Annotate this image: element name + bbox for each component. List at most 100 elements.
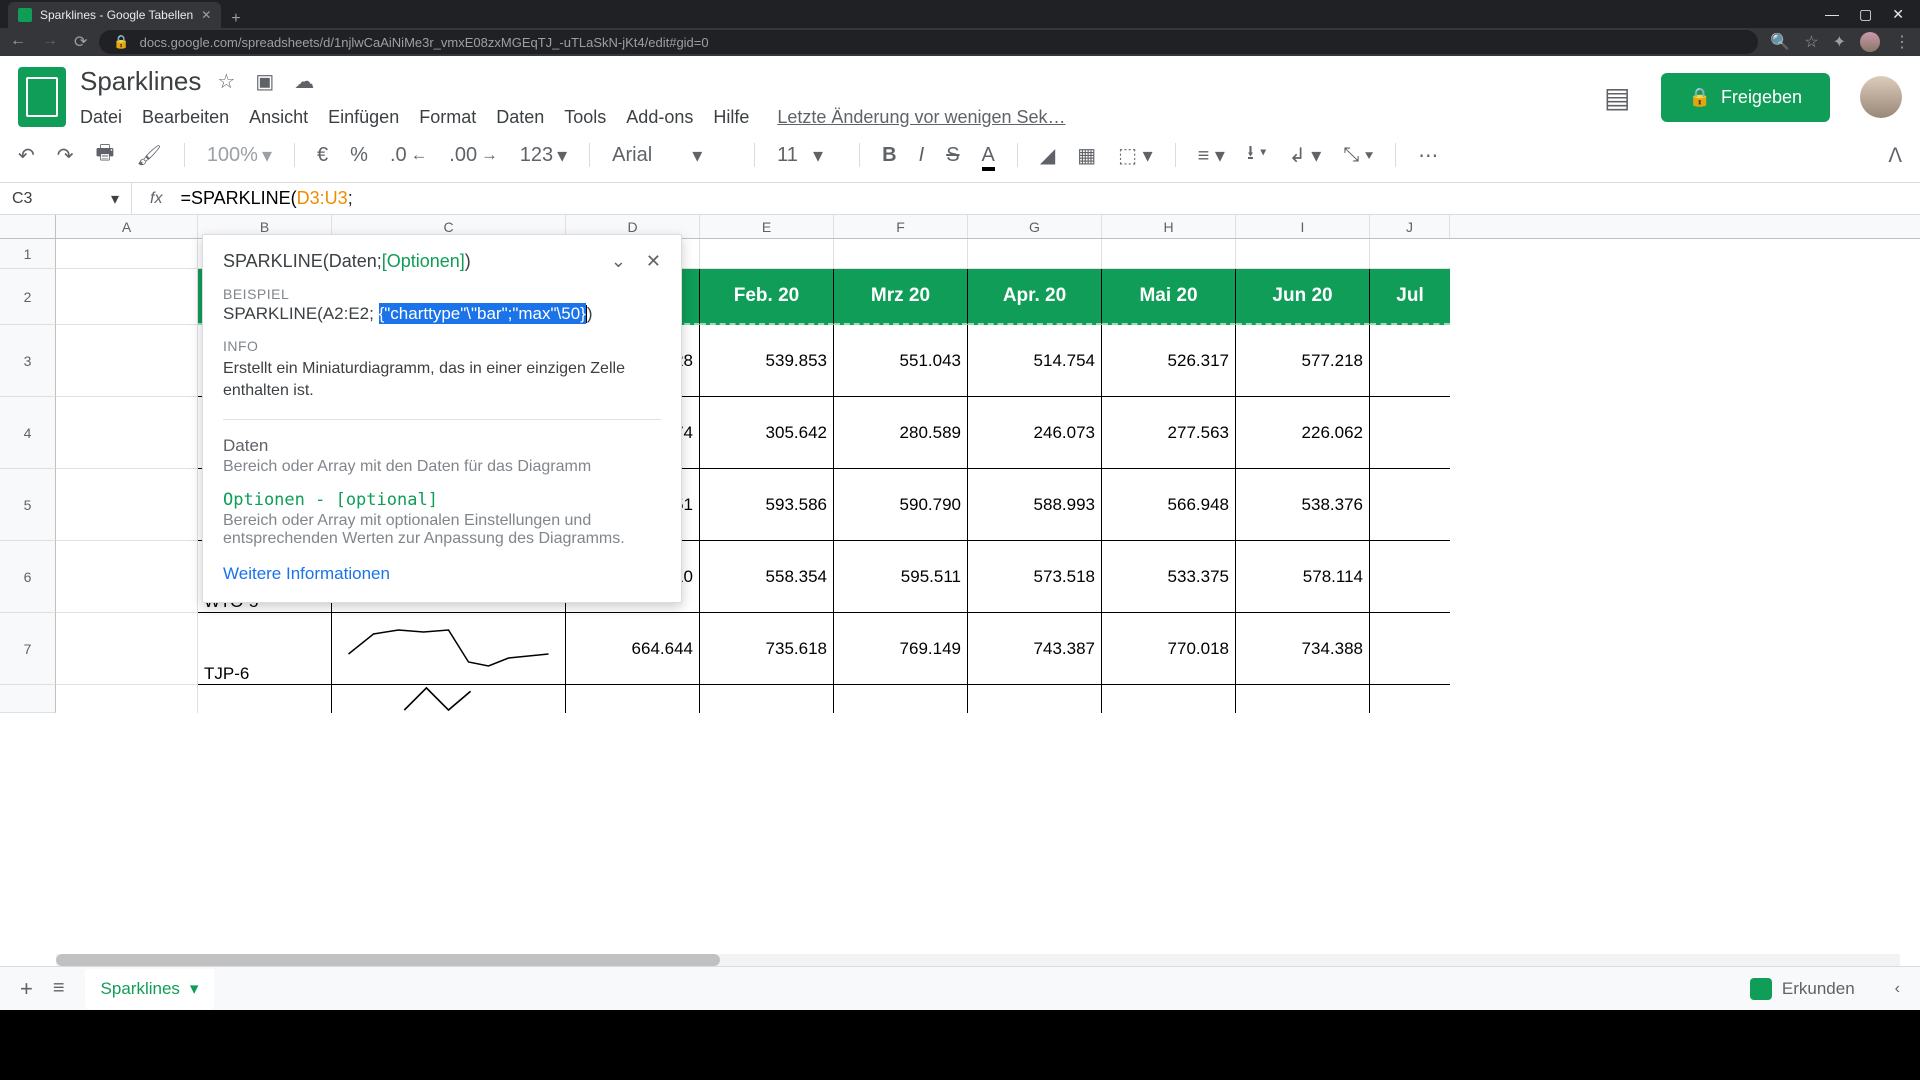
currency-button[interactable]: € [317,144,328,167]
cell[interactable]: 526.317 [1102,325,1236,397]
col-header-h[interactable]: H [1102,215,1236,238]
col-header-i[interactable]: I [1236,215,1370,238]
redo-button[interactable]: ↷ [57,143,74,168]
share-button[interactable]: 🔒 Freigeben [1661,73,1830,122]
cell[interactable]: 588.993 [968,469,1102,541]
cell[interactable]: 305.642 [700,397,834,469]
last-edit-link[interactable]: Letzte Änderung vor wenigen Sek… [777,107,1065,128]
cell[interactable] [1370,685,1450,713]
minimize-icon[interactable]: — [1825,6,1839,23]
cell[interactable]: 558.354 [700,541,834,613]
cell[interactable] [1102,239,1236,269]
cell[interactable] [1370,325,1450,397]
cell[interactable]: Feb. 20 [700,269,834,325]
cell[interactable] [1102,685,1236,713]
cell[interactable]: 770.018 [1102,613,1236,685]
explore-button[interactable]: Erkunden [1750,978,1855,1000]
col-header-g[interactable]: G [968,215,1102,238]
cell[interactable] [1370,239,1450,269]
cell[interactable] [1370,397,1450,469]
col-header-f[interactable]: F [834,215,968,238]
cell[interactable]: 769.149 [834,613,968,685]
font-select[interactable]: Arial▾ [612,143,732,168]
cell[interactable] [56,541,198,613]
menu-format[interactable]: Format [419,107,476,128]
menu-datei[interactable]: Datei [80,107,122,128]
bookmark-icon[interactable]: ☆ [1804,32,1818,52]
cell[interactable]: Mai 20 [1102,269,1236,325]
forward-icon[interactable]: → [42,32,58,52]
rotate-button[interactable]: ⤡ ▾ [1343,144,1373,167]
cell[interactable] [56,397,198,469]
more-toolbar-button[interactable]: ⋯ [1418,143,1438,168]
row-header-3[interactable]: 3 [0,325,56,397]
collapse-toolbar-button[interactable]: ᐱ [1888,143,1902,168]
maximize-icon[interactable]: ▢ [1859,6,1872,23]
cell[interactable]: 226.062 [1236,397,1370,469]
cell[interactable]: 246.073 [968,397,1102,469]
menu-icon[interactable]: ⋮ [1894,32,1910,52]
col-header-e[interactable]: E [700,215,834,238]
increase-decimal-button[interactable]: .00→ [449,144,497,167]
cell[interactable] [56,685,198,713]
cell[interactable] [1370,613,1450,685]
row-header-1[interactable]: 1 [0,239,56,269]
cell[interactable]: 280.589 [834,397,968,469]
percent-button[interactable]: % [350,144,368,167]
close-help-icon[interactable]: ✕ [646,251,661,272]
star-icon[interactable]: ☆ [217,69,235,94]
cell[interactable] [834,239,968,269]
menu-addons[interactable]: Add-ons [626,107,693,128]
bold-button[interactable]: B [882,144,896,167]
cell[interactable] [198,685,332,713]
more-info-link[interactable]: Weitere Informationen [223,564,661,584]
cell[interactable] [968,239,1102,269]
zoom-select[interactable]: 100% ▾ [207,143,272,168]
cell[interactable]: Jul [1370,269,1450,325]
cell[interactable]: 533.375 [1102,541,1236,613]
add-sheet-button[interactable]: + [20,976,33,1002]
cell[interactable] [56,239,198,269]
profile-avatar-icon[interactable] [1860,32,1880,52]
cell[interactable]: 551.043 [834,325,968,397]
row-header-4[interactable]: 4 [0,397,56,469]
cell[interactable]: 664.644 [566,613,700,685]
cell[interactable] [834,685,968,713]
col-header-a[interactable]: A [56,215,198,238]
cell[interactable]: 577.218 [1236,325,1370,397]
strikethrough-button[interactable]: S [946,144,959,167]
side-panel-toggle-icon[interactable]: ‹ [1895,980,1900,998]
cell[interactable] [700,685,834,713]
italic-button[interactable]: I [919,144,925,167]
cell[interactable]: 593.586 [700,469,834,541]
wrap-button[interactable]: ↲ ▾ [1289,143,1321,168]
select-all-corner[interactable] [0,215,56,238]
cell[interactable]: 734.388 [1236,613,1370,685]
cell[interactable]: Jun 20 [1236,269,1370,325]
paint-format-button[interactable]: 🖌 [136,143,161,168]
cell[interactable] [566,685,700,713]
cell[interactable]: 538.376 [1236,469,1370,541]
borders-button[interactable]: ▦ [1077,143,1096,168]
horizontal-scrollbar[interactable] [56,954,1900,966]
row-header-6[interactable]: 6 [0,541,56,613]
font-size-select[interactable]: 11 ▾ [777,143,837,168]
cloud-status-icon[interactable]: ☁ [294,69,314,94]
cell[interactable]: 735.618 [700,613,834,685]
number-format-button[interactable]: 123 ▾ [520,143,567,168]
menu-einfuegen[interactable]: Einfügen [328,107,399,128]
menu-hilfe[interactable]: Hilfe [713,107,749,128]
sheets-logo-icon[interactable] [18,67,66,127]
menu-ansicht[interactable]: Ansicht [249,107,308,128]
formula-input[interactable]: =SPARKLINE(D3:U3; [180,188,1920,209]
extensions-icon[interactable]: ✦ [1833,32,1846,52]
cell[interactable] [56,613,198,685]
cell[interactable]: 595.511 [834,541,968,613]
row-header-7[interactable]: 7 [0,613,56,685]
cell[interactable] [56,325,198,397]
menu-daten[interactable]: Daten [496,107,544,128]
address-bar[interactable]: 🔒 docs.google.com/spreadsheets/d/1njlwCa… [99,30,1758,54]
cell[interactable]: 590.790 [834,469,968,541]
all-sheets-button[interactable]: ≡ [53,977,65,1000]
account-avatar-icon[interactable] [1860,76,1902,118]
